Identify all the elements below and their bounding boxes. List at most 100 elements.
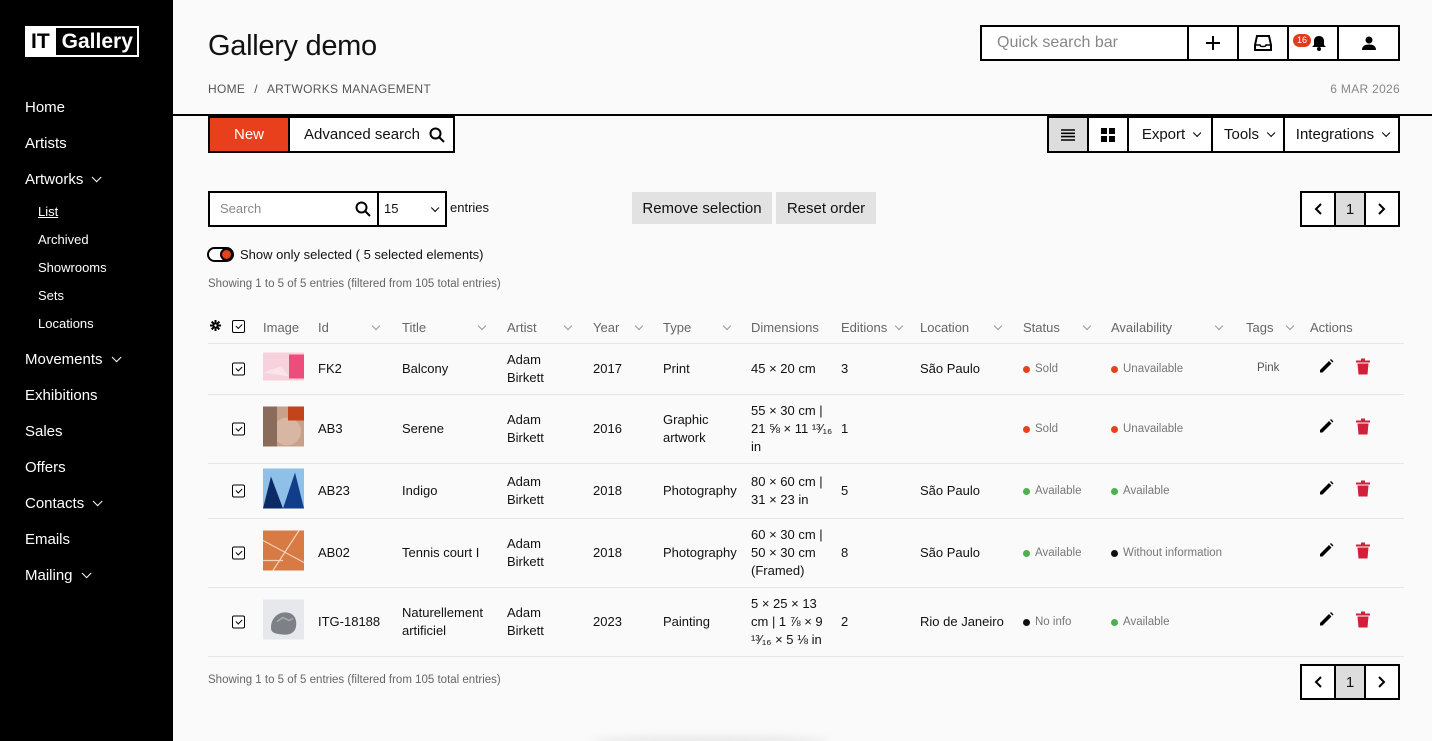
delete-button[interactable]	[1356, 611, 1370, 633]
add-button[interactable]	[1189, 27, 1239, 59]
integrations-dropdown[interactable]: Integrations	[1285, 118, 1398, 151]
entries-per-page-select[interactable]: 15	[377, 191, 447, 227]
tag-badge: Pink	[1257, 361, 1280, 374]
advanced-search-button[interactable]: Advanced search	[288, 116, 455, 153]
grid-view-button[interactable]	[1089, 118, 1129, 151]
sidebar-item-emails[interactable]: Emails	[25, 521, 165, 557]
prev-page-button[interactable]	[1302, 666, 1334, 698]
artist-first-name: Adam	[507, 605, 541, 620]
row-checkbox[interactable]	[232, 422, 245, 436]
edit-button[interactable]	[1318, 359, 1334, 380]
prev-page-button[interactable]	[1302, 193, 1334, 225]
artwork-image	[263, 468, 304, 509]
page-number-button[interactable]: 1	[1334, 193, 1366, 225]
select-all-checkbox[interactable]	[232, 320, 245, 333]
table-row[interactable]: AB23 Indigo Adam Birkett 2018 Photography…	[208, 464, 1404, 519]
next-page-button[interactable]	[1366, 666, 1398, 698]
quick-search-input[interactable]: Quick search bar	[982, 27, 1189, 59]
col-id[interactable]: Id	[318, 320, 382, 335]
artwork-thumbnail[interactable]	[262, 530, 305, 576]
edit-button[interactable]	[1318, 543, 1334, 564]
remove-selection-button[interactable]: Remove selection	[632, 192, 772, 224]
artwork-thumbnail[interactable]	[263, 599, 304, 645]
artwork-thumbnail[interactable]	[263, 406, 304, 452]
sidebar-subitem-locations[interactable]: Locations	[38, 309, 165, 337]
sidebar-item-artists[interactable]: Artists	[25, 125, 165, 161]
breadcrumb: HOME / ARTWORKS MANAGEMENT	[208, 82, 431, 96]
sort-chevron-icon	[993, 321, 1003, 331]
list-view-button[interactable]	[1049, 118, 1089, 151]
gallery-logo[interactable]: IT Gallery	[25, 26, 139, 57]
export-dropdown[interactable]: Export	[1129, 118, 1213, 151]
sidebar-item-exhibitions[interactable]: Exhibitions	[25, 377, 165, 413]
user-account-button[interactable]	[1339, 27, 1398, 59]
sidebar-item-offers[interactable]: Offers	[25, 449, 165, 485]
col-location[interactable]: Location	[920, 320, 1003, 335]
table-row[interactable]: AB02 Tennis court I Adam Birkett 2018 Pho…	[208, 519, 1404, 588]
table-row[interactable]: AB3 Serene Adam Birkett 2016 Graphic artw…	[208, 395, 1404, 464]
checkbox-checked	[232, 484, 245, 498]
delete-button[interactable]	[1356, 542, 1370, 564]
delete-button[interactable]	[1356, 480, 1370, 502]
artworks-table: Image Id Title Artist Year Type Dimensio…	[208, 311, 1404, 657]
artist-first-name: Adam	[507, 412, 541, 427]
inbox-button[interactable]	[1239, 27, 1289, 59]
artist-last-name: Birkett	[507, 623, 544, 638]
col-type[interactable]: Type	[663, 320, 732, 335]
sidebar-item-artworks[interactable]: Artworks	[25, 161, 165, 197]
cell-location: Rio de Janeiro	[920, 614, 1004, 629]
sidebar-item-contacts[interactable]: Contacts	[25, 485, 165, 521]
artwork-thumbnail[interactable]	[263, 352, 304, 386]
sidebar-subitem-showrooms[interactable]: Showrooms	[38, 253, 165, 281]
col-editions[interactable]: Editions	[841, 320, 904, 335]
col-title[interactable]: Title	[402, 320, 487, 335]
col-year[interactable]: Year	[593, 320, 644, 335]
breadcrumb-home[interactable]: HOME	[208, 82, 245, 96]
sidebar-item-sales[interactable]: Sales	[25, 413, 165, 449]
cell-availability: Unavailable	[1111, 420, 1183, 438]
cell-editions: 1	[841, 421, 849, 436]
cell-artist: Adam Birkett	[507, 535, 544, 571]
edit-button[interactable]	[1318, 481, 1334, 502]
page-number-button[interactable]: 1	[1334, 666, 1366, 698]
table-row[interactable]: FK2 Balcony Adam Birkett 2017 Print 45 × …	[208, 344, 1404, 395]
col-tags[interactable]: Tags	[1246, 320, 1295, 335]
next-page-button[interactable]	[1366, 193, 1398, 225]
new-artwork-button[interactable]: New	[208, 116, 288, 153]
row-checkbox[interactable]	[232, 484, 245, 498]
bell-icon	[1312, 36, 1326, 51]
sort-chevron-icon	[1082, 321, 1092, 331]
artwork-thumbnail[interactable]	[263, 468, 304, 514]
col-availability[interactable]: Availability	[1111, 320, 1224, 335]
breadcrumb-separator: /	[254, 82, 258, 96]
row-checkbox[interactable]	[232, 615, 245, 629]
scroll-shadow	[590, 736, 830, 741]
reset-order-button[interactable]: Reset order	[776, 192, 876, 224]
breadcrumb-current: ARTWORKS MANAGEMENT	[266, 82, 431, 96]
edit-button[interactable]	[1318, 612, 1334, 633]
column-settings-button[interactable]	[210, 320, 221, 331]
row-checkbox[interactable]	[232, 546, 245, 560]
delete-button[interactable]	[1356, 358, 1370, 380]
sidebar-subitem-archived[interactable]: Archived	[38, 225, 165, 253]
tools-dropdown[interactable]: Tools	[1213, 118, 1285, 151]
sidebar-item-mailing[interactable]: Mailing	[25, 557, 165, 593]
sidebar-subitem-sets[interactable]: Sets	[38, 281, 165, 309]
delete-button[interactable]	[1356, 418, 1370, 440]
inbox-icon	[1254, 35, 1272, 51]
chevron-left-icon	[1314, 203, 1322, 215]
notifications-button[interactable]: 16	[1289, 27, 1339, 59]
chevron-down-icon	[1266, 128, 1276, 137]
show-only-selected-toggle[interactable]	[207, 247, 234, 262]
table-row[interactable]: ITG-18188 Naturellement artificiel Adam B…	[208, 588, 1404, 657]
table-search-input[interactable]: Search	[208, 191, 379, 227]
row-checkbox[interactable]	[232, 362, 245, 376]
edit-button[interactable]	[1318, 419, 1334, 440]
col-status[interactable]: Status	[1023, 320, 1092, 335]
chevron-down-icon	[92, 171, 102, 182]
col-artist[interactable]: Artist	[507, 320, 573, 335]
sidebar-subitem-list[interactable]: List	[38, 197, 165, 225]
sort-chevron-icon	[634, 321, 644, 331]
sidebar-item-home[interactable]: Home	[25, 89, 165, 125]
sidebar-item-movements[interactable]: Movements	[25, 341, 165, 377]
